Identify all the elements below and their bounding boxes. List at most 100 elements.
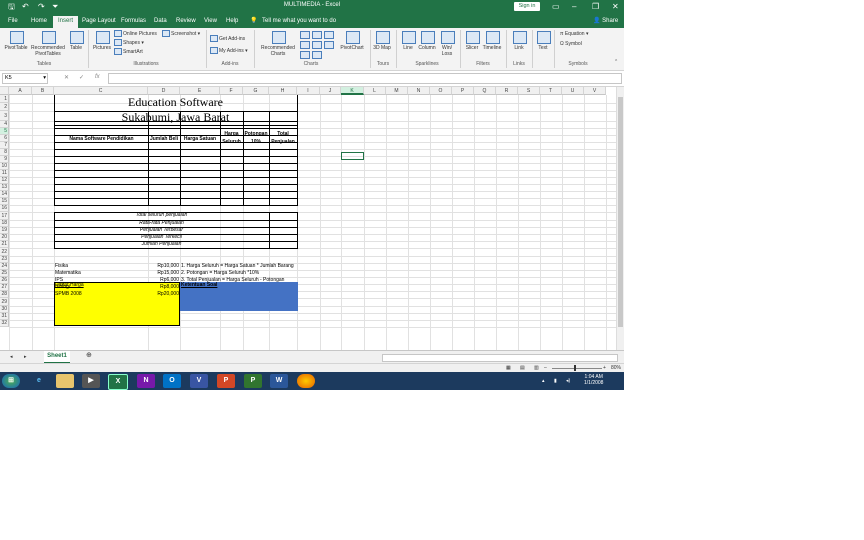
select-all-corner[interactable] (0, 87, 9, 95)
timeline-icon[interactable] (486, 31, 500, 44)
slicer-icon[interactable] (466, 31, 480, 44)
row-header-31[interactable]: 31 (0, 313, 9, 320)
line-chart-icon[interactable] (300, 41, 310, 49)
volume-icon[interactable]: ◂) (566, 378, 570, 384)
name-box[interactable]: K5 ▾ (2, 73, 48, 84)
column-header-d[interactable]: D (148, 87, 180, 95)
column-header-p[interactable]: P (452, 87, 474, 95)
pictures-button[interactable]: Pictures (90, 45, 114, 51)
link-button[interactable]: Link (508, 45, 530, 51)
vertical-scroll-thumb[interactable] (618, 97, 623, 327)
row-header-2[interactable]: 2 (0, 103, 9, 111)
row-header-20[interactable]: 20 (0, 234, 9, 241)
screenshot-button[interactable]: Screenshot ▾ (162, 30, 200, 37)
maximize-icon[interactable]: ❐ (592, 1, 599, 13)
column-header-q[interactable]: Q (474, 87, 496, 95)
row-header-8[interactable]: 8 (0, 149, 9, 156)
outlook-icon[interactable]: O (163, 374, 181, 388)
share-button[interactable]: 👤 Share (593, 16, 618, 26)
scroll-left-icon[interactable]: ◂ (10, 354, 13, 360)
recommended-charts-icon[interactable] (272, 31, 286, 44)
3d-map-icon[interactable] (376, 31, 390, 44)
sign-in-button[interactable]: Sign in (514, 2, 540, 11)
scroll-right-icon[interactable]: ▸ (24, 354, 27, 360)
row-header-13[interactable]: 13 (0, 184, 9, 191)
sparkline-column-icon[interactable] (421, 31, 435, 44)
row-header-24[interactable]: 24 (0, 263, 9, 270)
shapes-button[interactable]: Shapes ▾ (114, 39, 144, 46)
column-header-s[interactable]: S (518, 87, 540, 95)
column-header-h[interactable]: H (269, 87, 297, 95)
scatter-chart-icon[interactable] (312, 51, 322, 59)
zoom-slider[interactable] (552, 368, 602, 369)
pie-chart-icon[interactable] (300, 51, 310, 59)
file-explorer-icon[interactable] (56, 374, 74, 388)
insert-function-icon[interactable]: fx (95, 74, 100, 80)
network-icon[interactable]: ▮ (554, 378, 557, 384)
row-header-21[interactable]: 21 (0, 241, 9, 248)
column-header-e[interactable]: E (180, 87, 220, 95)
column-header-c[interactable]: C (54, 87, 148, 95)
recommended-pivot-icon[interactable] (42, 31, 56, 44)
row-header-4[interactable]: 4 (0, 121, 9, 128)
excel-taskbar-icon[interactable]: X (108, 374, 128, 390)
combo-chart-icon[interactable] (324, 41, 334, 49)
page-break-view-icon[interactable]: ▥ (534, 365, 539, 371)
add-sheet-icon[interactable]: ⊕ (86, 352, 92, 359)
tab-help[interactable]: Help (226, 16, 238, 26)
zoom-out-icon[interactable]: – (544, 365, 547, 371)
formula-input[interactable] (108, 73, 622, 84)
tab-view[interactable]: View (204, 16, 217, 26)
word-icon[interactable]: W (270, 374, 288, 388)
link-icon[interactable] (513, 31, 527, 44)
stat-chart-icon[interactable] (312, 41, 322, 49)
tab-insert[interactable]: Insert (53, 16, 79, 28)
sparkline-line-button[interactable]: Line (398, 45, 418, 51)
row-header-23[interactable]: 23 (0, 256, 9, 263)
ribbon-display-icon[interactable]: ▭ (552, 1, 560, 13)
visio-icon[interactable]: V (190, 374, 208, 388)
tab-page-layout[interactable]: Page Layout (82, 16, 116, 26)
row-header-11[interactable]: 11 (0, 170, 9, 177)
row-header-15[interactable]: 15 (0, 198, 9, 205)
tab-file[interactable]: File (8, 16, 18, 26)
recommended-charts-button[interactable]: Recommended Charts (258, 45, 298, 57)
column-header-u[interactable]: U (562, 87, 584, 95)
hierarchy-chart-icon[interactable] (312, 31, 322, 39)
row-header-3[interactable]: 3 (0, 111, 9, 121)
collapse-ribbon-icon[interactable]: ⌃ (614, 59, 618, 65)
media-player-icon[interactable]: ▶ (82, 374, 100, 388)
column-header-v[interactable]: V (584, 87, 606, 95)
row-header-12[interactable]: 12 (0, 177, 9, 184)
onenote-icon[interactable]: N (137, 374, 155, 388)
row-header-28[interactable]: 28 (0, 291, 9, 298)
column-header-t[interactable]: T (540, 87, 562, 95)
project-icon[interactable]: P (244, 374, 262, 388)
pivot-table-icon[interactable] (10, 31, 24, 44)
cancel-icon[interactable]: ✕ (64, 74, 69, 81)
column-header-n[interactable]: N (408, 87, 430, 95)
tray-arrow-icon[interactable]: ▴ (542, 378, 545, 384)
text-icon[interactable] (537, 31, 551, 44)
zoom-level[interactable]: 80% (611, 365, 621, 371)
powerpoint-icon[interactable]: P (217, 374, 235, 388)
smartart-button[interactable]: SmartArt (114, 48, 143, 55)
tab-data[interactable]: Data (154, 16, 167, 26)
row-header-19[interactable]: 19 (0, 227, 9, 234)
row-header-7[interactable]: 7 (0, 142, 9, 149)
row-header-5[interactable]: 5 (0, 128, 9, 135)
zoom-in-icon[interactable]: + (603, 365, 606, 371)
pivot-chart-icon[interactable] (346, 31, 360, 44)
row-header-30[interactable]: 30 (0, 306, 9, 313)
column-header-l[interactable]: L (364, 87, 386, 95)
firefox-icon[interactable] (297, 374, 315, 388)
row-header-32[interactable]: 32 (0, 320, 9, 327)
column-header-a[interactable]: A (9, 87, 32, 95)
worksheet-grid[interactable]: ABCDEFGHIJKLMNOPQRSTUV 1 2 3 4 5 6 7 8 9 10 11 12 13… (0, 87, 616, 350)
slicer-button[interactable]: Slicer (462, 45, 482, 51)
3d-map-button[interactable]: 3D Map (372, 45, 392, 51)
clock[interactable]: 1:04 AM 1/1/2008 (584, 374, 603, 386)
tab-home[interactable]: Home (31, 16, 47, 26)
row-header-29[interactable]: 29 (0, 298, 9, 306)
column-header-j[interactable]: J (320, 87, 341, 95)
